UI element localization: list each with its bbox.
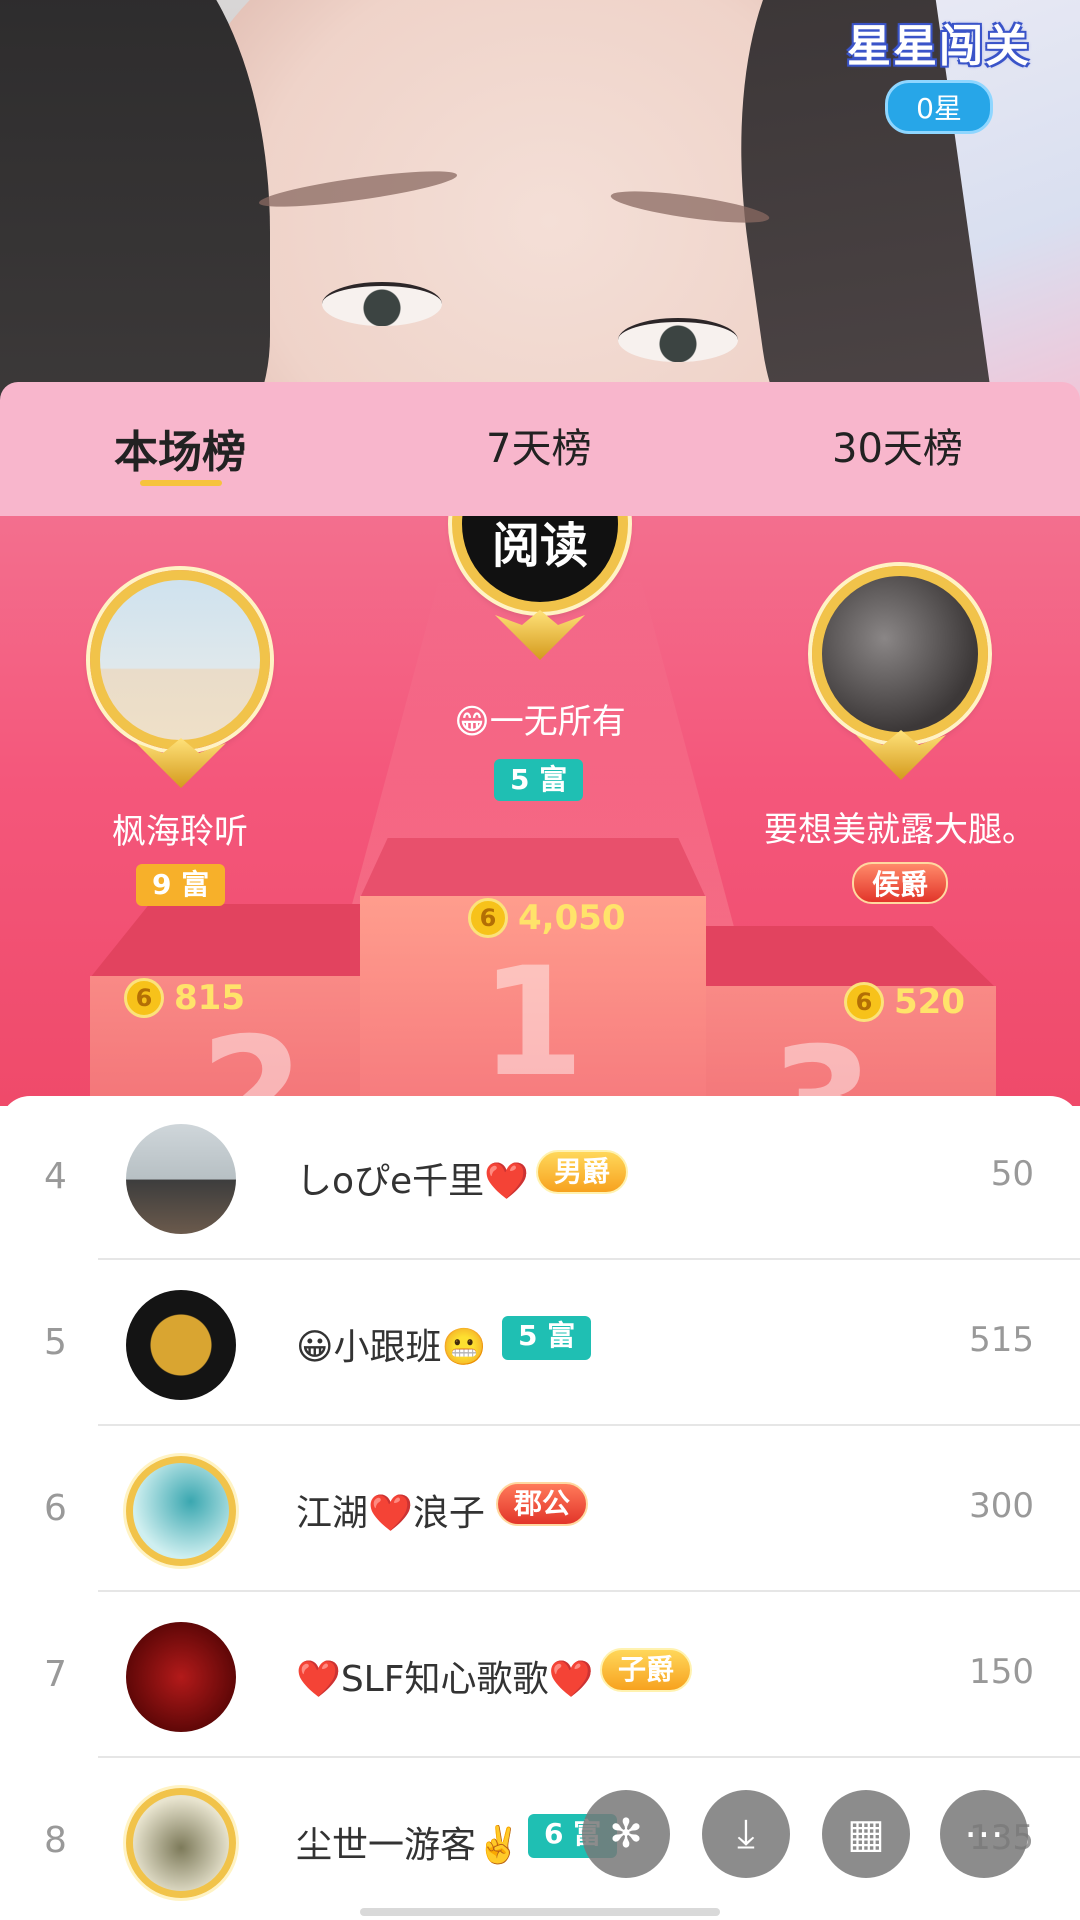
coin-icon: 6: [124, 978, 164, 1018]
first-place-coin-value: 4,050: [518, 898, 626, 938]
share-button[interactable]: ✻: [582, 1790, 670, 1878]
contribution-score: 50: [990, 1154, 1034, 1194]
download-icon: ⤓: [737, 1811, 755, 1857]
avatar[interactable]: [126, 1456, 236, 1566]
tab-this-session[interactable]: 本场榜: [114, 416, 246, 480]
grid-button[interactable]: ▦: [822, 1790, 910, 1878]
contribution-score: 150: [969, 1652, 1034, 1692]
divider: [98, 1590, 1080, 1592]
podium-rank-1: 1: [480, 936, 585, 1106]
star-challenge-title: 星星闯关: [847, 21, 1031, 72]
divider: [98, 1756, 1080, 1758]
noble-badge: 郡公: [496, 1482, 589, 1526]
second-place-wealth-badge: 9 富: [136, 864, 226, 906]
podium-rank-3: 3: [770, 1016, 875, 1106]
more-icon: ⋯: [964, 1811, 1004, 1857]
second-place-coins: 6 815: [124, 978, 245, 1018]
first-place-coins: 6 4,050: [468, 898, 626, 938]
third-place-coins: 6 520: [844, 982, 965, 1022]
grid-icon: ▦: [847, 1811, 885, 1857]
leaderboard-tabs: 本场榜 7天榜 30天榜: [0, 382, 1080, 516]
list-item[interactable]: 4 しoぴe千里❤️ 男爵 50: [0, 1096, 1080, 1262]
top-three-podium: 1 2 3 继续 阅读 😁一无所有 5 富 6 4,050 枫海聆听 9 富 6…: [0, 516, 1080, 1106]
coin-icon: 6: [844, 982, 884, 1022]
user-name[interactable]: 江湖❤️浪子: [296, 1484, 485, 1536]
podium-block-1-top: [360, 838, 706, 898]
ranking-list[interactable]: 4 しoぴe千里❤️ 男爵 50 5 😀小跟班😬 5 富 515 6 江湖❤️浪…: [0, 1096, 1080, 1920]
coin-icon: 6: [468, 898, 508, 938]
divider: [98, 1424, 1080, 1426]
second-place-frame-ornament-icon: [136, 738, 226, 788]
podium-block-2-top: [90, 904, 360, 978]
third-place-avatar[interactable]: [812, 566, 988, 742]
podium-rank-2: 2: [200, 1006, 305, 1106]
user-name[interactable]: 尘世一游客✌️: [296, 1816, 521, 1868]
tab-7-days[interactable]: 7天榜: [486, 416, 591, 474]
eye-left: [322, 282, 442, 326]
streamer-hair-left: [0, 0, 270, 400]
avatar[interactable]: [126, 1622, 236, 1732]
download-button[interactable]: ⤓: [702, 1790, 790, 1878]
first-place-avatar-text: 继续 阅读: [491, 518, 588, 574]
list-item[interactable]: 6 江湖❤️浪子 郡公 300: [0, 1428, 1080, 1594]
active-tab-indicator: [140, 480, 222, 486]
podium-block-3-top: [706, 926, 996, 988]
live-video[interactable]: 星星闯关 0星: [0, 0, 1080, 400]
rank-number: 8: [44, 1820, 67, 1861]
user-name[interactable]: しoぴe千里❤️: [296, 1152, 529, 1204]
contribution-score: 300: [969, 1486, 1034, 1526]
star-count-badge: 0星: [885, 80, 993, 134]
rank-number: 7: [44, 1654, 67, 1695]
rank-number: 6: [44, 1488, 67, 1529]
third-place-name[interactable]: 要想美就露大腿。: [740, 802, 1060, 851]
rank-number: 5: [44, 1322, 67, 1363]
second-place-coin-value: 815: [174, 978, 245, 1018]
rank-number: 4: [44, 1156, 67, 1197]
first-place-name[interactable]: 😁一无所有: [340, 694, 740, 743]
divider: [98, 1258, 1080, 1260]
eye-right: [618, 318, 738, 362]
third-place-coin-value: 520: [894, 982, 965, 1022]
avatar[interactable]: [126, 1124, 236, 1234]
second-place-avatar[interactable]: [90, 570, 270, 750]
home-indicator[interactable]: [360, 1908, 720, 1916]
second-place-name[interactable]: 枫海聆听: [60, 804, 300, 853]
share-icon: ✻: [609, 1811, 643, 1857]
avatar[interactable]: [126, 1788, 236, 1898]
tab-30-days[interactable]: 30天榜: [832, 416, 963, 474]
list-item[interactable]: 5 😀小跟班😬 5 富 515: [0, 1262, 1080, 1428]
wealth-badge: 5 富: [502, 1316, 592, 1360]
contribution-score: 515: [969, 1320, 1034, 1360]
noble-badge: 男爵: [536, 1150, 629, 1194]
third-place-crown-icon: [856, 730, 946, 780]
list-item[interactable]: 7 ❤️SLF知心歌歌❤️ 子爵 150: [0, 1594, 1080, 1760]
user-name[interactable]: 😀小跟班😬: [296, 1318, 486, 1370]
avatar[interactable]: [126, 1290, 236, 1400]
list-item[interactable]: 8 尘世一游客✌️ 6 富 135: [0, 1760, 1080, 1920]
user-name[interactable]: ❤️SLF知心歌歌❤️: [296, 1650, 593, 1702]
first-place-wealth-badge: 5 富: [494, 759, 584, 801]
third-place-noble-badge: 侯爵: [852, 862, 949, 904]
star-challenge-widget[interactable]: 星星闯关 0星: [844, 10, 1034, 134]
more-button[interactable]: ⋯: [940, 1790, 1028, 1878]
noble-badge: 子爵: [600, 1648, 693, 1692]
